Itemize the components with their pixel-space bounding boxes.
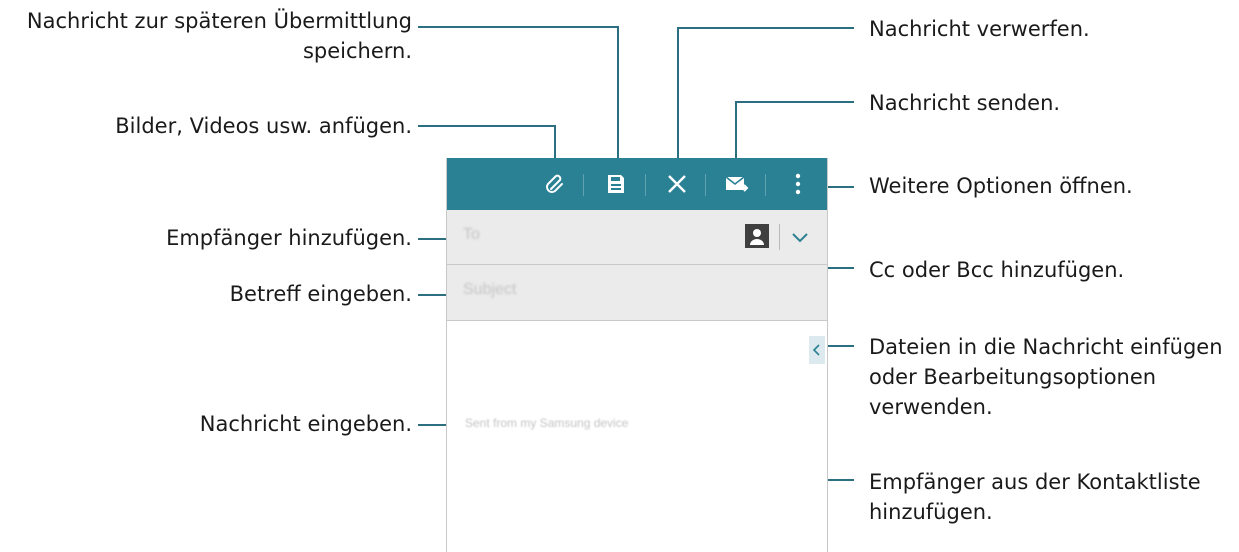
leader-discard-v (677, 27, 679, 176)
callout-attach: Bilder, Videos usw. anfügen. (115, 114, 412, 138)
callout-save-later: Nachricht zur späteren Übermittlung spei… (27, 6, 412, 66)
callout-cc-bcc: Cc oder Bcc hinzufügen. (869, 258, 1125, 282)
more-vert-icon[interactable] (785, 171, 811, 197)
callout-insert-files-line2: oder Bearbeitungsoptionen (869, 365, 1157, 389)
leader-insert (826, 345, 854, 347)
action-separator (765, 174, 766, 196)
action-separator (583, 174, 584, 196)
signature-text: Sent from my Samsung device (465, 416, 629, 430)
callout-more-options: Weitere Optionen öffnen. (869, 174, 1133, 198)
save-icon[interactable] (603, 171, 629, 197)
leader-send-h (735, 101, 854, 103)
side-panel-handle[interactable] (809, 336, 825, 364)
chevron-down-icon[interactable] (789, 226, 811, 248)
leader-save-h (418, 26, 619, 28)
callout-insert-files-line3: verwenden. (869, 395, 993, 419)
field-separator (779, 224, 780, 250)
message-body[interactable] (447, 321, 827, 552)
callout-save-later-line2: speichern. (302, 39, 412, 63)
callout-save-later-line1: Nachricht zur späteren Übermittlung (26, 9, 412, 33)
callout-contacts-line2: hinzufügen. (869, 500, 993, 524)
callout-enter-subject: Betreff eingeben. (229, 282, 412, 306)
callout-add-recipients: Empfänger hinzufügen. (166, 226, 412, 250)
callout-contacts: Empfänger aus der Kontaktliste hinzufüge… (869, 467, 1201, 527)
email-compose-screen: To Subject Sent from my Samsung device (446, 158, 828, 552)
subject-field-placeholder: Subject (463, 281, 517, 298)
send-mail-icon[interactable] (723, 171, 749, 197)
callout-discard: Nachricht verwerfen. (869, 17, 1090, 41)
leader-save-v (617, 26, 619, 176)
paperclip-icon[interactable] (543, 171, 569, 197)
action-separator (645, 174, 646, 196)
action-separator (705, 174, 706, 196)
leader-discard-h (677, 27, 854, 29)
contact-picker-icon[interactable] (745, 224, 769, 248)
leader-attach-h (418, 125, 556, 127)
action-bar (447, 158, 827, 210)
close-icon[interactable] (664, 171, 690, 197)
callout-contacts-line1: Empfänger aus der Kontaktliste (869, 470, 1201, 494)
callout-enter-message: Nachricht eingeben. (199, 412, 412, 436)
to-field-placeholder: To (463, 226, 480, 243)
to-field[interactable]: To (447, 210, 827, 265)
callout-insert-files-line1: Dateien in die Nachricht einfügen (869, 335, 1223, 359)
callout-insert-files: Dateien in die Nachricht einfügen oder B… (869, 332, 1223, 422)
subject-field[interactable]: Subject (447, 265, 827, 321)
callout-send: Nachricht senden. (869, 91, 1061, 115)
